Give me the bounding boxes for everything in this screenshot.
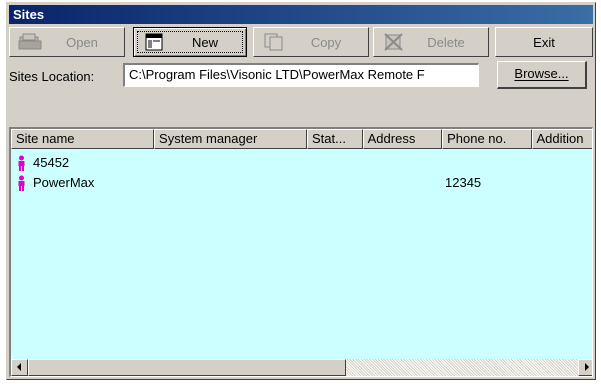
- browse-label: Browse...: [514, 66, 569, 81]
- list-header: Site name System manager Stat... Address…: [11, 129, 592, 149]
- delete-label: Delete: [427, 34, 465, 50]
- open-label: Open: [66, 34, 98, 50]
- site-name: 45452: [33, 155, 70, 170]
- list-item[interactable]: 45452: [15, 153, 585, 173]
- scrollbar-thumb[interactable]: [28, 359, 346, 376]
- column-header-address[interactable]: Address: [362, 129, 443, 149]
- column-header-system-manager[interactable]: System manager: [154, 129, 307, 149]
- copy-button[interactable]: Copy: [253, 27, 369, 57]
- sites-location-label: Sites Location:: [9, 69, 95, 84]
- sites-list[interactable]: Site name System manager Stat... Address…: [9, 127, 593, 377]
- site-phone: 12345: [445, 175, 482, 190]
- column-header-site-name[interactable]: Site name: [11, 129, 155, 149]
- column-header-status[interactable]: Stat...: [306, 129, 363, 149]
- copy-label: Copy: [310, 34, 342, 50]
- exit-label: Exit: [533, 34, 555, 50]
- list-item[interactable]: PowerMax 12345: [15, 173, 585, 193]
- site-name: PowerMax: [33, 175, 95, 190]
- column-header-addition[interactable]: Addition: [531, 129, 592, 149]
- sites-window: Sites Open New Copy Delete Exit Sites Lo…: [6, 2, 596, 380]
- browse-button[interactable]: Browse...: [497, 61, 587, 89]
- person-icon: [17, 175, 26, 191]
- scroll-left-button[interactable]: [11, 359, 28, 376]
- sites-location-field[interactable]: C:\Program Files\Visonic LTD\PowerMax Re…: [123, 63, 479, 87]
- new-document-icon: [142, 32, 166, 52]
- arrow-right-icon: [585, 363, 589, 371]
- column-header-phone[interactable]: Phone no.: [442, 129, 532, 149]
- delete-button[interactable]: Delete: [373, 27, 489, 57]
- window-title: Sites: [9, 5, 593, 24]
- arrow-left-icon: [17, 363, 21, 371]
- scroll-right-button[interactable]: [578, 359, 592, 376]
- copy-icon: [262, 32, 286, 52]
- delete-icon: [382, 32, 406, 52]
- horizontal-scrollbar[interactable]: [11, 359, 592, 376]
- folder-open-icon: [18, 32, 42, 52]
- person-icon: [17, 155, 26, 171]
- new-button[interactable]: New: [133, 27, 247, 57]
- open-button[interactable]: Open: [9, 27, 125, 57]
- exit-button[interactable]: Exit: [495, 27, 593, 57]
